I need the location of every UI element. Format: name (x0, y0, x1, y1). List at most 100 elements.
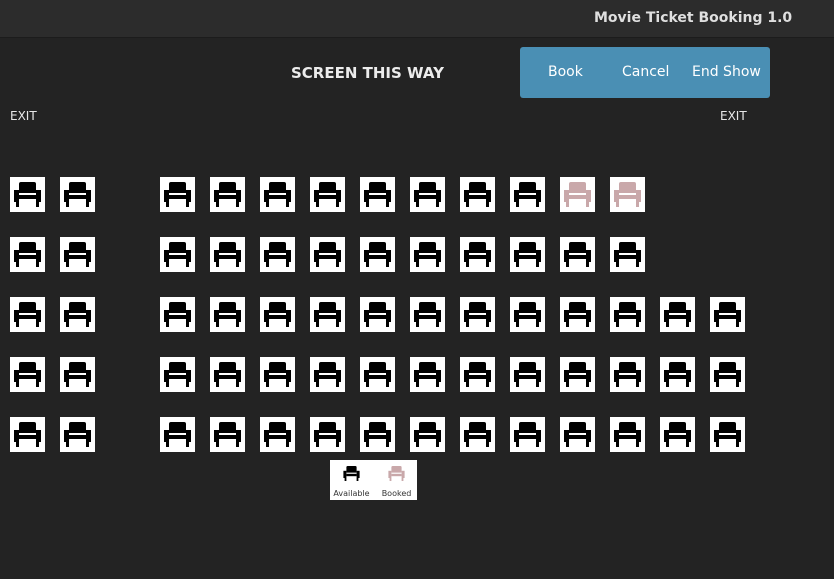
seat-row4-right-8[interactable] (510, 357, 545, 392)
seat-row4-right-1[interactable] (160, 357, 195, 392)
armchair-icon (314, 242, 341, 267)
armchair-icon (64, 302, 91, 327)
armchair-icon (614, 422, 641, 447)
seat-row5-right-2[interactable] (210, 417, 245, 452)
seat-row3-right-4[interactable] (310, 297, 345, 332)
armchair-icon (364, 242, 391, 267)
armchair-icon (264, 422, 291, 447)
seat-row5-right-7[interactable] (460, 417, 495, 452)
seat-row2-right-3[interactable] (260, 237, 295, 272)
seat-row1-right-9[interactable] (560, 177, 595, 212)
title-bar: Movie Ticket Booking 1.0 (0, 0, 834, 38)
seat-row4-left-1[interactable] (10, 357, 45, 392)
seat-row5-right-10[interactable] (610, 417, 645, 452)
armchair-icon (564, 422, 591, 447)
seat-row5-right-4[interactable] (310, 417, 345, 452)
book-button[interactable]: Book (548, 64, 583, 80)
seat-row5-right-9[interactable] (560, 417, 595, 452)
seat-row1-right-3[interactable] (260, 177, 295, 212)
seat-row4-right-3[interactable] (260, 357, 295, 392)
seat-legend: Available Booked (330, 460, 417, 500)
seat-row4-left-2[interactable] (60, 357, 95, 392)
seat-row4-right-12[interactable] (710, 357, 745, 392)
armchair-icon (614, 362, 641, 387)
seat-row1-right-1[interactable] (160, 177, 195, 212)
armchair-icon (614, 242, 641, 267)
seat-row2-right-9[interactable] (560, 237, 595, 272)
armchair-icon (414, 182, 441, 207)
seat-row4-right-4[interactable] (310, 357, 345, 392)
armchair-icon (514, 362, 541, 387)
seat-row3-left-1[interactable] (10, 297, 45, 332)
seat-row4-right-2[interactable] (210, 357, 245, 392)
armchair-icon (364, 182, 391, 207)
armchair-icon (164, 182, 191, 207)
armchair-icon (64, 362, 91, 387)
seat-row5-right-8[interactable] (510, 417, 545, 452)
seat-row2-right-6[interactable] (410, 237, 445, 272)
armchair-icon (664, 422, 691, 447)
legend-booked: Booked (375, 460, 418, 500)
seat-row5-right-5[interactable] (360, 417, 395, 452)
seat-row5-left-1[interactable] (10, 417, 45, 452)
seat-row3-right-5[interactable] (360, 297, 395, 332)
armchair-icon (564, 302, 591, 327)
seat-row1-right-2[interactable] (210, 177, 245, 212)
armchair-icon (414, 242, 441, 267)
seat-row5-left-2[interactable] (60, 417, 95, 452)
armchair-icon (14, 302, 41, 327)
seat-row4-right-11[interactable] (660, 357, 695, 392)
seat-row2-left-1[interactable] (10, 237, 45, 272)
seat-row2-right-1[interactable] (160, 237, 195, 272)
seat-row5-right-11[interactable] (660, 417, 695, 452)
seat-row1-right-8[interactable] (510, 177, 545, 212)
armchair-icon (464, 422, 491, 447)
seat-row5-right-1[interactable] (160, 417, 195, 452)
seat-row5-right-3[interactable] (260, 417, 295, 452)
seat-row5-right-6[interactable] (410, 417, 445, 452)
action-bar: Book Cancel End Show (520, 47, 770, 98)
seat-row3-right-6[interactable] (410, 297, 445, 332)
seat-row2-right-10[interactable] (610, 237, 645, 272)
seat-row1-left-2[interactable] (60, 177, 95, 212)
seat-row4-right-7[interactable] (460, 357, 495, 392)
seat-row3-right-1[interactable] (160, 297, 195, 332)
armchair-icon (464, 362, 491, 387)
seat-row3-right-3[interactable] (260, 297, 295, 332)
armchair-icon (164, 362, 191, 387)
seat-row4-right-6[interactable] (410, 357, 445, 392)
seat-row2-right-4[interactable] (310, 237, 345, 272)
armchair-icon (714, 422, 741, 447)
seat-row3-right-11[interactable] (660, 297, 695, 332)
seat-row1-left-1[interactable] (10, 177, 45, 212)
end-show-button[interactable]: End Show (692, 64, 761, 80)
seat-row3-right-2[interactable] (210, 297, 245, 332)
window-title: Movie Ticket Booking 1.0 (594, 10, 793, 26)
seat-row5-right-12[interactable] (710, 417, 745, 452)
seat-row2-right-5[interactable] (360, 237, 395, 272)
armchair-icon (464, 302, 491, 327)
seat-row2-right-2[interactable] (210, 237, 245, 272)
seat-row4-right-9[interactable] (560, 357, 595, 392)
seat-row1-right-4[interactable] (310, 177, 345, 212)
seat-row1-right-5[interactable] (360, 177, 395, 212)
seat-row2-right-7[interactable] (460, 237, 495, 272)
seat-row1-right-6[interactable] (410, 177, 445, 212)
seat-row1-right-10[interactable] (610, 177, 645, 212)
seat-row3-right-10[interactable] (610, 297, 645, 332)
armchair-icon (64, 422, 91, 447)
seat-row2-right-8[interactable] (510, 237, 545, 272)
seat-row4-right-10[interactable] (610, 357, 645, 392)
seat-row3-left-2[interactable] (60, 297, 95, 332)
seat-row3-right-9[interactable] (560, 297, 595, 332)
seat-row2-left-2[interactable] (60, 237, 95, 272)
armchair-icon (564, 362, 591, 387)
seat-row3-right-7[interactable] (460, 297, 495, 332)
armchair-icon (214, 242, 241, 267)
seat-row1-right-7[interactable] (460, 177, 495, 212)
seat-row4-right-5[interactable] (360, 357, 395, 392)
seat-row3-right-8[interactable] (510, 297, 545, 332)
armchair-icon (414, 362, 441, 387)
seat-row3-right-12[interactable] (710, 297, 745, 332)
cancel-button[interactable]: Cancel (622, 64, 669, 80)
